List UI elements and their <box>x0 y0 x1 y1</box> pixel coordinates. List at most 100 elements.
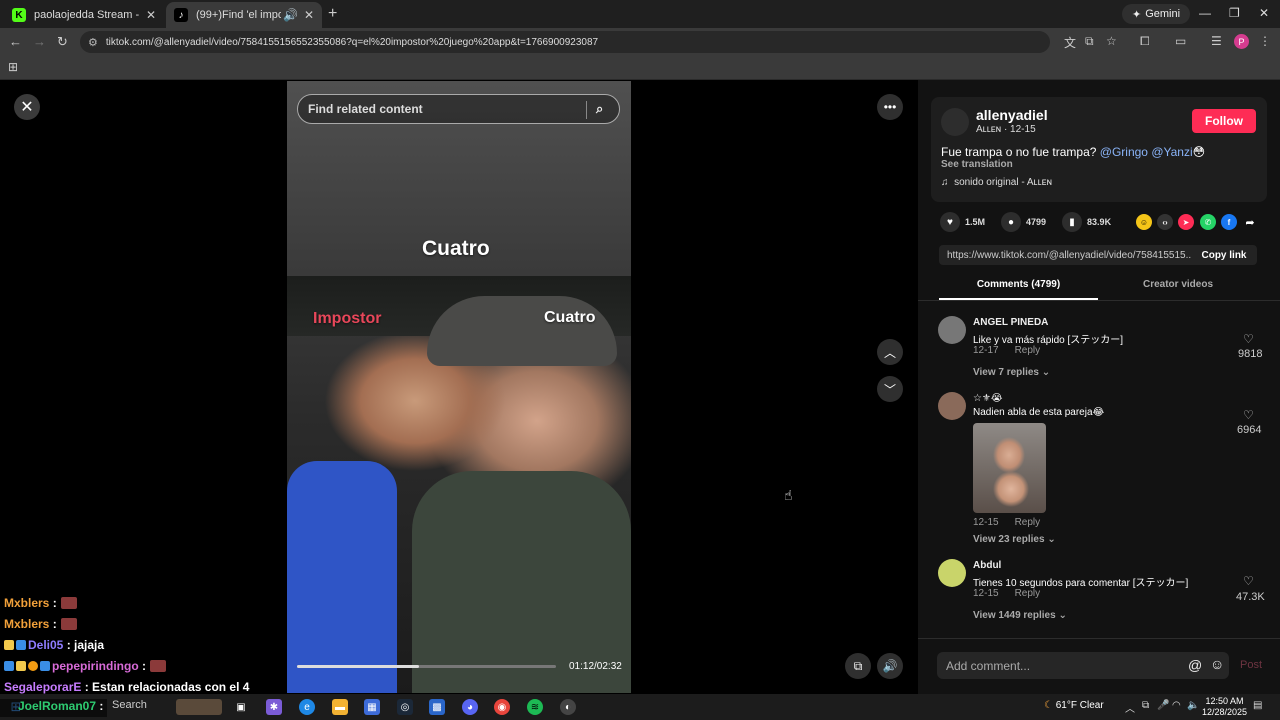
commenter-avatar[interactable] <box>938 392 966 420</box>
wifi-icon[interactable]: ◠ <box>1172 700 1181 711</box>
comment-icon[interactable]: ● <box>1001 212 1022 232</box>
apps-grid-icon[interactable]: ⊞ <box>8 60 18 74</box>
tab-tiktok[interactable]: ♪ (99+)Find 'el impostor jueg 🔊 ✕ <box>166 2 322 28</box>
video-progress-bar[interactable] <box>297 665 556 668</box>
app-icon[interactable]: ▩ <box>429 699 445 715</box>
spotify-icon[interactable]: ≋ <box>527 699 543 715</box>
comment-input[interactable]: Add comment... <box>937 652 1229 679</box>
reply-button[interactable]: Reply <box>1015 345 1041 356</box>
mention-link[interactable]: @Yanzi <box>1151 145 1192 159</box>
embed-icon[interactable]: ‹› <box>1157 214 1173 230</box>
discord-icon[interactable]: ◕ <box>462 699 478 715</box>
video-player[interactable] <box>287 81 631 693</box>
view-replies-button[interactable]: View 23 replies ⌄ <box>973 534 1056 545</box>
gemini-button[interactable]: ✦ Gemini <box>1122 4 1191 24</box>
commenter-avatar[interactable] <box>938 316 966 344</box>
view-replies-button[interactable]: View 1449 replies ⌄ <box>973 610 1067 621</box>
bookmark-star-icon[interactable]: ☆ <box>1106 34 1117 48</box>
whatsapp-icon[interactable]: ✆ <box>1200 214 1216 230</box>
steam-icon[interactable]: ◎ <box>397 699 413 715</box>
bookmark-icon[interactable]: ▮ <box>1062 212 1083 232</box>
tray-chevron-icon[interactable]: ︿ <box>1125 700 1135 715</box>
new-tab-button[interactable]: + <box>328 5 337 23</box>
extensions-icon[interactable]: ⧠ <box>1140 34 1150 49</box>
copilot-icon[interactable]: ✱ <box>266 699 282 715</box>
author-avatar[interactable] <box>941 108 969 136</box>
comment-username[interactable]: Abdul <box>973 560 1001 571</box>
emoji-icon[interactable]: ☺ <box>1210 656 1224 672</box>
cast-icon[interactable]: ⧉ <box>1085 34 1094 49</box>
see-translation-link[interactable]: See translation <box>941 159 1013 170</box>
next-video-button[interactable]: ﹀ <box>877 376 903 402</box>
commenter-avatar[interactable] <box>938 559 966 587</box>
author-name[interactable]: allenyadiel <box>976 107 1048 123</box>
chrome-icon[interactable]: ◉ <box>494 699 510 715</box>
url-field[interactable]: ⚙ tiktok.com/@allenyadiel/video/75841551… <box>80 31 1050 53</box>
facebook-icon[interactable]: f <box>1221 214 1237 230</box>
search-icon[interactable]: ⌕ <box>596 101 603 117</box>
close-window-icon[interactable]: ✕ <box>1259 6 1269 20</box>
translate-icon[interactable]: 文 <box>1064 34 1076 51</box>
sound-link[interactable]: ♫ sonido original - Aʟʟᴇɴ <box>941 177 1052 188</box>
store-icon[interactable]: ▦ <box>364 699 380 715</box>
floating-player-button[interactable]: ⧉ <box>845 653 871 679</box>
repost-icon[interactable]: ☺ <box>1136 214 1152 230</box>
copy-link-button[interactable]: Copy link <box>1191 250 1257 261</box>
speaker-tray-icon[interactable]: 🔈 <box>1187 700 1199 711</box>
post-comment-button[interactable]: Post <box>1240 659 1262 671</box>
comment-like-count: 6964 <box>1237 424 1262 436</box>
share-arrow-icon[interactable]: ➦ <box>1242 214 1258 230</box>
volume-button[interactable]: 🔊 <box>877 653 903 679</box>
reload-icon[interactable]: ↻ <box>57 34 68 50</box>
comment-like-count: 9818 <box>1238 348 1263 360</box>
mention-at-icon[interactable]: @ <box>1188 657 1202 673</box>
comment-username[interactable]: ☆⚜😭 <box>973 393 1003 404</box>
follow-button[interactable]: Follow <box>1192 109 1256 133</box>
tray-app-icon[interactable]: ⧉ <box>1142 700 1149 711</box>
comment-username[interactable]: ANGEL PINEDA <box>973 317 1048 328</box>
forward-icon[interactable]: → <box>33 34 46 49</box>
menu-icon[interactable]: ⋮ <box>1259 34 1271 48</box>
comment-heart-icon[interactable]: ♡ <box>1243 408 1254 422</box>
taskbar-search[interactable]: Search <box>112 699 147 711</box>
system-clock[interactable]: 12:50 AM 12/28/2025 <box>1202 696 1247 718</box>
file-explorer-icon[interactable]: ▬ <box>332 699 348 715</box>
profile-avatar[interactable]: P <box>1234 34 1249 49</box>
reading-list-icon[interactable]: ☰ <box>1211 34 1222 48</box>
chat-badge-icon <box>4 660 14 671</box>
tab-stream[interactable]: K paolaojedda Stream - Watch Li ✕ <box>4 2 164 28</box>
more-options-button[interactable]: ••• <box>877 94 903 120</box>
notifications-icon[interactable]: ▤ <box>1253 700 1262 711</box>
tab-comments[interactable]: Comments (4799) <box>939 279 1098 290</box>
microphone-icon[interactable]: 🎤 <box>1157 700 1169 711</box>
reply-button[interactable]: Reply <box>1015 517 1041 528</box>
site-info-icon[interactable]: ⚙ <box>88 36 98 49</box>
comment-heart-icon[interactable]: ♡ <box>1243 574 1254 588</box>
side-panel-icon[interactable]: ▭ <box>1175 34 1186 48</box>
speaker-icon[interactable]: 🔊 <box>283 8 298 22</box>
close-tab-icon[interactable]: ✕ <box>304 8 314 22</box>
obs-icon[interactable]: ◐ <box>560 699 576 715</box>
restore-icon[interactable]: ❐ <box>1229 6 1240 20</box>
weather-widget[interactable]: ☾ 61°F Clear <box>1044 700 1104 711</box>
heart-icon[interactable]: ♥ <box>940 212 960 232</box>
close-tab-icon[interactable]: ✕ <box>146 8 156 22</box>
comment-photo[interactable] <box>973 423 1046 513</box>
minimize-icon[interactable]: — <box>1199 6 1211 20</box>
previous-video-button[interactable]: ︿ <box>877 339 903 365</box>
close-video-button[interactable]: ✕ <box>14 94 40 120</box>
view-replies-button[interactable]: View 7 replies ⌄ <box>973 367 1050 378</box>
like-count: 1.5M <box>965 217 986 227</box>
task-view-icon[interactable]: ▣ <box>233 699 249 715</box>
share-link-text[interactable]: https://www.tiktok.com/@allenyadiel/vide… <box>947 250 1191 261</box>
send-icon[interactable]: ➤ <box>1178 214 1194 230</box>
edge-icon[interactable]: e <box>299 699 315 715</box>
reply-button[interactable]: Reply <box>1015 588 1041 599</box>
comment-heart-icon[interactable]: ♡ <box>1243 332 1254 346</box>
mention-link[interactable]: @Gringo <box>1100 145 1148 159</box>
back-icon[interactable]: ← <box>9 34 22 49</box>
tab-creator-videos[interactable]: Creator videos <box>1098 279 1258 290</box>
widgets-icon[interactable] <box>176 699 222 715</box>
video-timecode: 01:12/02:32 <box>569 661 622 672</box>
related-search-input[interactable]: Find related content ⌕ <box>297 94 620 124</box>
